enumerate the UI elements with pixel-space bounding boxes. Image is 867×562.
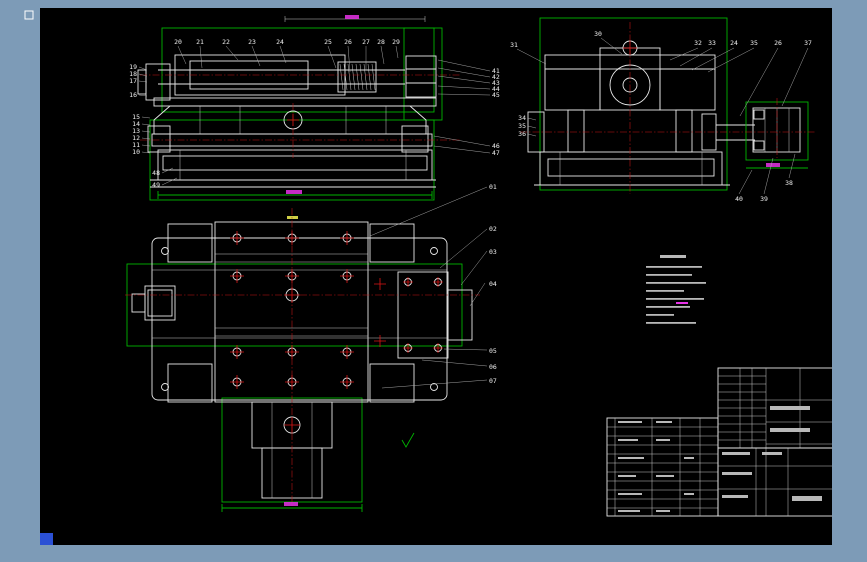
callout-label: 39 [760,195,768,203]
square-icon[interactable] [24,10,34,20]
bolt-holes [230,231,386,389]
callout-label: 02 [489,225,497,233]
callout-label: 38 [785,179,793,187]
callout-label: 24 [276,38,284,46]
callout-label: 20 [174,38,182,46]
drawing-canvas[interactable]: 20 21 22 23 24 25 26 27 28 29 41 42 43 4… [40,8,832,545]
callout-label: 36 [518,130,526,138]
callout-label: 37 [804,39,812,47]
title-block-text-marks [722,406,822,501]
callout-label: 07 [489,377,497,385]
callout-label: 34 [518,114,526,122]
callout-label: 28 [377,38,385,46]
callout-label: 47 [492,149,500,157]
callout-label: 31 [510,41,518,49]
callout-label: 33 [708,39,716,47]
parts-list-table [606,417,719,517]
callout-label: 29 [392,38,400,46]
callout-label: 16 [129,91,137,99]
callout-label: 01 [489,183,497,191]
callout-label: 24 [730,39,738,47]
callout-label: 30 [594,30,602,38]
callout-label: 32 [694,39,702,47]
callout-label: 27 [362,38,370,46]
callout-label: 49 [152,181,160,189]
callout-label: 04 [489,280,497,288]
callout-label: 22 [222,38,230,46]
corner-swatch [40,533,53,545]
callout-label: 35 [518,122,526,130]
callout-label: 26 [344,38,352,46]
end-section-view: 31 30 32 33 24 35 26 37 34 35 36 40 39 3… [510,17,816,203]
title-block [717,367,832,517]
callout-label: 10 [132,148,140,156]
callout-label: 23 [248,38,256,46]
callout-label: 25 [324,38,332,46]
technical-notes [646,255,706,324]
plan-callouts: 01 02 03 04 05 06 07 [369,183,497,389]
side-section-view: 20 21 22 23 24 25 26 27 28 29 41 42 43 4… [129,15,500,201]
end-callouts: 31 30 32 33 24 35 26 37 34 35 36 40 39 3… [510,30,812,203]
bom-text-marks [618,421,694,512]
callout-label: 35 [750,39,758,47]
plan-view: 01 02 03 04 05 06 07 [125,183,497,512]
callout-label: 40 [735,195,743,203]
callout-label: 17 [129,77,137,85]
cad-drawing: 20 21 22 23 24 25 26 27 28 29 41 42 43 4… [40,15,832,545]
side-right-callouts: 41 42 43 44 45 [437,59,500,99]
roughness-symbol [401,432,415,448]
callout-label: 06 [489,363,497,371]
application-workspace: 20 21 22 23 24 25 26 27 28 29 41 42 43 4… [0,0,867,562]
callout-label: 05 [489,347,497,355]
callout-label: 21 [196,38,204,46]
callout-label: 03 [489,248,497,256]
side-right-lower-callouts: 46 47 [433,135,500,157]
callout-label: 45 [492,91,500,99]
callout-label: 48 [152,169,160,177]
callout-label: 26 [774,39,782,47]
